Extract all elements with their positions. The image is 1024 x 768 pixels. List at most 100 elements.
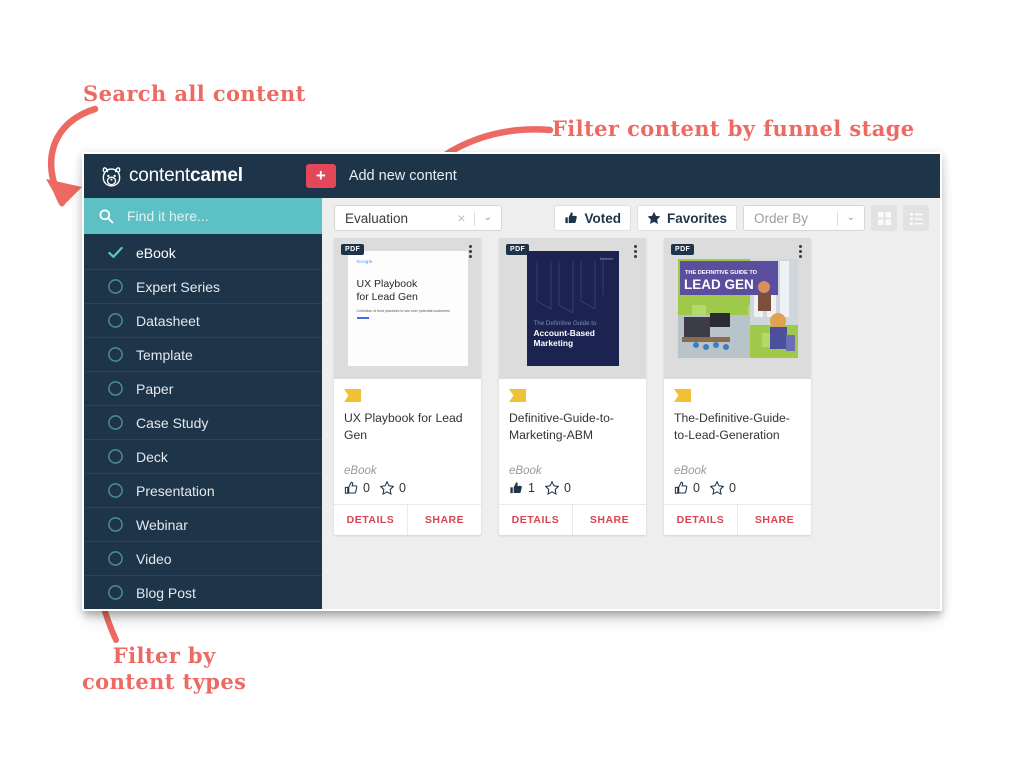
content-type-filter-expert-series[interactable]: Expert Series	[84, 270, 322, 304]
grid-view-button[interactable]	[871, 205, 897, 231]
annotation-search: Search all content	[83, 81, 306, 106]
share-link[interactable]: SHARE	[573, 505, 646, 535]
content-type-filter-list: eBook Expert Series Datasheet Template Paper…	[84, 234, 322, 609]
content-type-label: Blog Post	[136, 584, 196, 601]
thumb-text: The Definitive Guide to Account-Based Ma…	[534, 320, 619, 349]
search-input[interactable]	[127, 208, 297, 224]
content-card[interactable]: PDF Google UX Playbook for Lead Gen Coll…	[334, 238, 481, 536]
toolbar-right-group: Voted Favorites Order By ⌄	[554, 205, 929, 231]
radio-unchecked-icon	[108, 551, 123, 566]
content-type-filter-template[interactable]: Template	[84, 338, 322, 372]
card-menu-icon[interactable]	[634, 245, 637, 258]
radio-unchecked-icon	[108, 585, 123, 600]
card-thumbnail[interactable]: PDF Google UX Playbook for Lead Gen Coll…	[334, 238, 481, 379]
card-thumbnail[interactable]: PDF Marketo The Definitive Guide to Acco…	[499, 238, 646, 379]
svg-text:THE DEFINITIVE GUIDE TO: THE DEFINITIVE GUIDE TO	[685, 270, 758, 276]
content-type-filter-blog-post[interactable]: Blog Post	[84, 576, 322, 609]
bookmark-flag-icon[interactable]	[509, 389, 526, 402]
thumbs-up-icon	[565, 212, 578, 224]
search-bar[interactable]	[84, 198, 322, 234]
thumbs-up-outline-icon	[344, 482, 358, 494]
details-link[interactable]: DETAILS	[334, 505, 407, 535]
list-view-icon	[909, 212, 923, 225]
thumb-heading-2: Account-Based Marketing	[533, 328, 595, 349]
content-type-filter-datasheet[interactable]: Datasheet	[84, 304, 322, 338]
brand-logo-text: contentcamel	[129, 165, 243, 187]
card-stats: 0 0	[344, 481, 471, 496]
card-actions: DETAILS SHARE	[499, 504, 646, 536]
like-count: 1	[528, 481, 535, 496]
like-stat[interactable]: 1	[509, 481, 535, 495]
radio-unchecked-icon	[108, 347, 123, 362]
favorites-filter-button[interactable]: Favorites	[636, 205, 737, 231]
content-type-filter-deck[interactable]: Deck	[84, 440, 322, 474]
radio-unchecked-icon	[108, 279, 123, 294]
add-new-content-button[interactable]: + Add new content	[305, 164, 457, 188]
funnel-stage-value: Evaluation	[345, 210, 409, 226]
content-type-label: Case Study	[136, 414, 209, 431]
like-stat[interactable]: 0	[674, 481, 700, 495]
radio-unchecked-icon	[108, 381, 123, 396]
card-menu-icon[interactable]	[799, 245, 802, 258]
bookmark-flag-icon[interactable]	[674, 389, 691, 402]
file-type-badge: PDF	[671, 244, 695, 255]
favorite-stat[interactable]: 0	[379, 481, 406, 496]
share-link[interactable]: SHARE	[408, 505, 481, 535]
favorite-count: 0	[398, 481, 406, 496]
content-type-label: Video	[136, 550, 172, 567]
voted-label: Voted	[584, 210, 621, 226]
browser-window: contentcamel + Add new content eBook Expe…	[82, 152, 942, 611]
annotation-content-types: Filter by content types	[82, 643, 247, 695]
card-title: Definitive-Guide-to-Marketing-ABM	[509, 411, 614, 443]
content-type-filter-presentation[interactable]: Presentation	[84, 474, 322, 508]
favorite-stat[interactable]: 0	[544, 481, 571, 496]
annotation-funnel-stage: Filter content by funnel stage	[552, 116, 915, 141]
share-link[interactable]: SHARE	[738, 505, 811, 535]
like-count: 0	[693, 481, 700, 496]
bookmark-flag-icon[interactable]	[344, 389, 361, 402]
content-type-filter-paper[interactable]: Paper	[84, 372, 322, 406]
content-card[interactable]: PDF Marketo The Definitive Guide to Acco…	[499, 238, 646, 536]
star-outline-icon	[379, 481, 394, 496]
favorite-count: 0	[563, 481, 571, 496]
content-type-filter-video[interactable]: Video	[84, 542, 322, 576]
content-type-filter-case-study[interactable]: Case Study	[84, 406, 322, 440]
grid-view-icon	[877, 211, 891, 225]
chevron-down-icon[interactable]: ⌄	[475, 213, 501, 223]
sidebar: eBook Expert Series Datasheet Template Paper…	[84, 198, 322, 609]
clear-icon[interactable]: ×	[449, 210, 473, 226]
content-type-filter-ebook[interactable]: eBook	[84, 236, 322, 270]
details-link[interactable]: DETAILS	[499, 505, 572, 535]
card-title: UX Playbook for Lead Gen	[344, 411, 463, 443]
radio-unchecked-icon	[108, 313, 123, 328]
voted-filter-button[interactable]: Voted	[554, 205, 631, 231]
app-body: eBook Expert Series Datasheet Template Paper…	[84, 198, 940, 609]
star-outline-icon	[544, 481, 559, 496]
chevron-down-icon[interactable]: ⌄	[838, 213, 864, 223]
content-type-filter-webinar[interactable]: Webinar	[84, 508, 322, 542]
order-by-value: Order By	[754, 210, 809, 226]
like-stat[interactable]: 0	[344, 481, 370, 495]
card-thumbnail[interactable]: PDF THE DEFINITIVE GUIDE TO LEAD GEN	[664, 238, 811, 379]
app-header: contentcamel + Add new content	[84, 154, 940, 198]
card-actions: DETAILS SHARE	[334, 504, 481, 536]
svg-text:LEAD GEN: LEAD GEN	[684, 277, 754, 292]
funnel-stage-select[interactable]: Evaluation × ⌄	[334, 205, 502, 231]
content-card[interactable]: PDF THE DEFINITIVE GUIDE TO LEAD GEN The…	[664, 238, 811, 536]
add-new-content-label: Add new content	[348, 168, 457, 184]
radio-unchecked-icon	[108, 449, 123, 464]
card-menu-icon[interactable]	[469, 245, 472, 258]
content-type-label: Template	[136, 346, 193, 363]
details-link[interactable]: DETAILS	[664, 505, 737, 535]
favorites-label: Favorites	[666, 210, 727, 226]
favorite-stat[interactable]: 0	[709, 481, 736, 496]
card-content-type: eBook	[674, 465, 707, 478]
content-card-grid: PDF Google UX Playbook for Lead Gen Coll…	[322, 238, 940, 536]
order-by-select[interactable]: Order By ⌄	[743, 205, 865, 231]
card-actions: DETAILS SHARE	[664, 504, 811, 536]
star-outline-icon	[709, 481, 724, 496]
list-view-button[interactable]	[903, 205, 929, 231]
like-count: 0	[363, 481, 370, 496]
content-type-label: Presentation	[136, 482, 215, 499]
card-body: UX Playbook for Lead Gen eBook 0 0	[334, 379, 481, 504]
